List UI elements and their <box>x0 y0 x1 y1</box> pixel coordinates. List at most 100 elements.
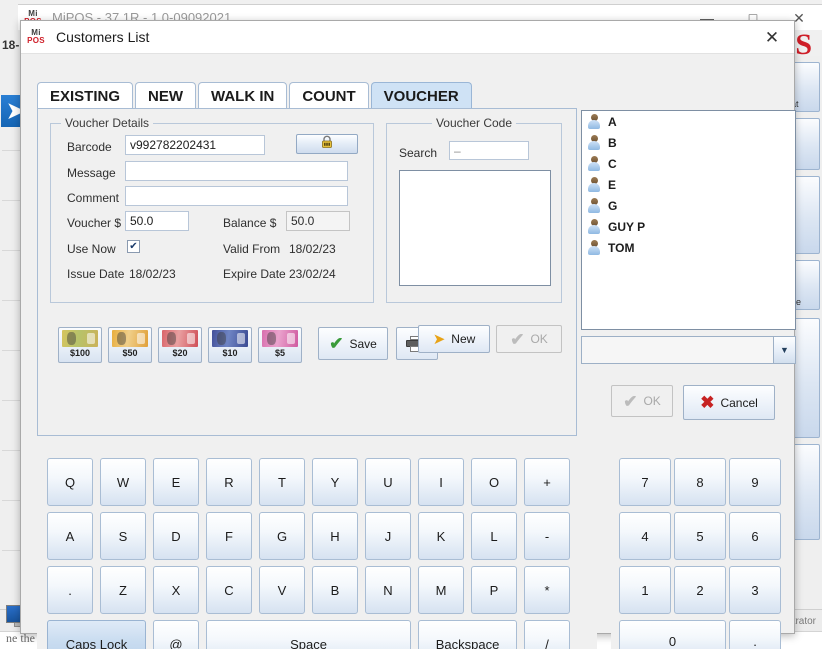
list-item[interactable]: TOM <box>582 237 795 258</box>
key-x[interactable]: X <box>153 566 199 614</box>
background-rail-label: 18- <box>2 38 20 52</box>
list-item-label: G <box>608 198 618 213</box>
key-v[interactable]: V <box>259 566 305 614</box>
key-z[interactable]: Z <box>100 566 146 614</box>
check-icon: ✔ <box>623 391 638 411</box>
voucher-code-results-list[interactable] <box>399 170 551 286</box>
dialog-cancel-button[interactable]: ✖ Cancel <box>683 385 775 420</box>
list-item[interactable]: G <box>582 195 795 216</box>
key-c[interactable]: C <box>206 566 252 614</box>
key-slash[interactable]: / <box>524 620 570 649</box>
list-item[interactable]: B <box>582 132 795 153</box>
key-plus[interactable]: + <box>524 458 570 506</box>
person-icon <box>587 156 601 171</box>
key-m[interactable]: M <box>418 566 464 614</box>
key-d[interactable]: D <box>153 512 199 560</box>
list-item[interactable]: E <box>582 174 795 195</box>
list-item[interactable]: C <box>582 153 795 174</box>
numpad-key-period[interactable]: . <box>729 620 781 649</box>
tab-count[interactable]: COUNT <box>289 82 369 109</box>
key-space[interactable]: Space <box>206 620 411 649</box>
expire-date-label: Expire Date <box>223 267 286 281</box>
denomination-button-100[interactable]: $100 <box>58 327 102 363</box>
numpad-key-4[interactable]: 4 <box>619 512 671 560</box>
key-g[interactable]: G <box>259 512 305 560</box>
key-k[interactable]: K <box>418 512 464 560</box>
key-u[interactable]: U <box>365 458 411 506</box>
key-p[interactable]: P <box>471 566 517 614</box>
numpad-key-5[interactable]: 5 <box>674 512 726 560</box>
chevron-down-icon[interactable]: ▼ <box>773 337 795 363</box>
key-e[interactable]: E <box>153 458 199 506</box>
key-r[interactable]: R <box>206 458 252 506</box>
on-screen-numpad: 7 8 9 4 5 6 1 2 3 0 . <box>611 452 781 649</box>
dialog-close-icon[interactable]: ✕ <box>750 21 794 54</box>
key-l[interactable]: L <box>471 512 517 560</box>
expire-date-value: 23/02/24 <box>289 267 336 281</box>
person-icon <box>587 219 601 234</box>
voucher-search-input[interactable]: – <box>449 141 529 160</box>
denomination-button-10[interactable]: $10 <box>208 327 252 363</box>
customer-list[interactable]: A B C E G GUY P TOM <box>581 110 796 330</box>
save-button-label: Save <box>349 336 377 351</box>
customer-select-combobox[interactable]: ▼ <box>581 336 796 364</box>
tab-voucher[interactable]: VOUCHER <box>370 82 472 109</box>
key-h[interactable]: H <box>312 512 358 560</box>
denomination-button-5[interactable]: $5 <box>258 327 302 363</box>
tab-walk-in[interactable]: WALK IN <box>198 82 288 109</box>
key-backspace[interactable]: Backspace <box>418 620 517 649</box>
voucher-amount-label: Voucher $ <box>67 216 122 230</box>
banknote-icon <box>262 330 298 347</box>
voucher-amount-input[interactable]: 50.0 <box>125 211 189 231</box>
numpad-key-8[interactable]: 8 <box>674 458 726 506</box>
use-now-checkbox[interactable]: ✔ <box>127 240 140 253</box>
denomination-button-20[interactable]: $20 <box>158 327 202 363</box>
list-item[interactable]: A <box>582 111 795 132</box>
list-item-label: E <box>608 177 617 192</box>
key-f[interactable]: F <box>206 512 252 560</box>
tab-existing[interactable]: EXISTING <box>37 82 134 109</box>
key-at[interactable]: @ <box>153 620 199 649</box>
denomination-button-50[interactable]: $50 <box>108 327 152 363</box>
key-b[interactable]: B <box>312 566 358 614</box>
banknote-icon <box>212 330 248 347</box>
key-period[interactable]: . <box>47 566 93 614</box>
key-a[interactable]: A <box>47 512 93 560</box>
message-input[interactable] <box>125 161 348 181</box>
key-q[interactable]: Q <box>47 458 93 506</box>
numpad-key-3[interactable]: 3 <box>729 566 781 614</box>
banknote-icon <box>162 330 198 347</box>
numpad-key-6[interactable]: 6 <box>729 512 781 560</box>
numpad-key-1[interactable]: 1 <box>619 566 671 614</box>
key-y[interactable]: Y <box>312 458 358 506</box>
key-s[interactable]: S <box>100 512 146 560</box>
key-n[interactable]: N <box>365 566 411 614</box>
key-asterisk[interactable]: * <box>524 566 570 614</box>
numpad-key-9[interactable]: 9 <box>729 458 781 506</box>
voucher-details-group: Voucher Details Barcode v992782202431 Me… <box>50 116 374 303</box>
person-icon <box>587 177 601 192</box>
key-o[interactable]: O <box>471 458 517 506</box>
numpad-key-7[interactable]: 7 <box>619 458 671 506</box>
key-w[interactable]: W <box>100 458 146 506</box>
voucher-code-title: Voucher Code <box>431 116 517 130</box>
barcode-input[interactable]: v992782202431 <box>125 135 265 155</box>
list-item[interactable]: GUY P <box>582 216 795 237</box>
numpad-key-0[interactable]: 0 <box>619 620 726 649</box>
new-voucher-button[interactable]: ➤ New <box>418 325 490 353</box>
key-minus[interactable]: - <box>524 512 570 560</box>
lock-icon <box>320 135 334 154</box>
close-x-icon: ✖ <box>700 393 715 412</box>
person-icon <box>587 198 601 213</box>
tab-new[interactable]: NEW <box>135 82 197 109</box>
key-caps-lock[interactable]: Caps Lock <box>47 620 146 649</box>
save-button[interactable]: ✔ Save <box>318 327 388 360</box>
denomination-label: $10 <box>222 348 238 358</box>
voucher-ok-label: OK <box>530 332 548 346</box>
numpad-key-2[interactable]: 2 <box>674 566 726 614</box>
key-j[interactable]: J <box>365 512 411 560</box>
key-i[interactable]: I <box>418 458 464 506</box>
lock-button[interactable] <box>296 134 358 154</box>
key-t[interactable]: T <box>259 458 305 506</box>
comment-input[interactable] <box>125 186 348 206</box>
